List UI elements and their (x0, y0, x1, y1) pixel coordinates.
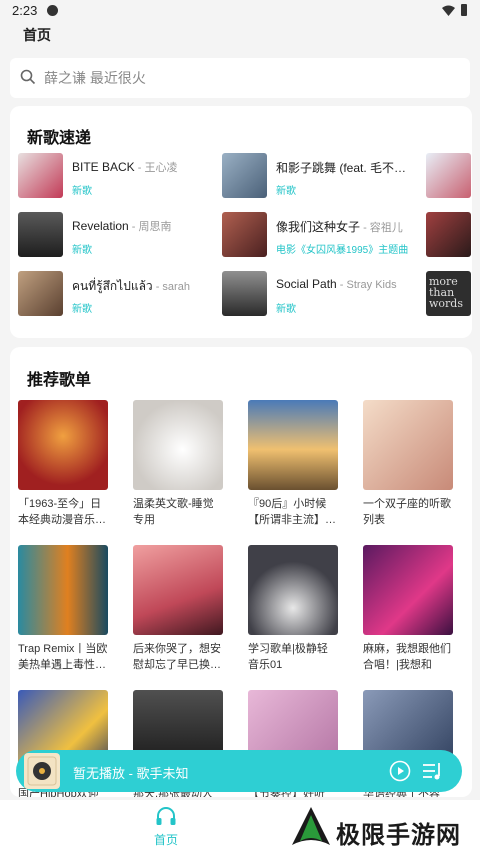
song-cover (18, 153, 63, 198)
song-cover (18, 271, 63, 316)
playlist-item[interactable]: Trap Remix丨当欧美热单遇上毒性… (18, 545, 108, 673)
nav-home-label: 首页 (153, 833, 178, 847)
song-cover[interactable] (426, 153, 471, 198)
playlist-title: 麻麻，我想跟他们合唱！|我想和你… (363, 643, 451, 671)
playlist-cover (363, 545, 453, 635)
song-cover[interactable] (426, 212, 471, 257)
song-item[interactable]: 和影子跳舞 (feat. 毛不… 新歌 (222, 153, 422, 199)
page-title: 首页 (23, 27, 51, 43)
song-cover (222, 153, 267, 198)
playlist-cover (248, 545, 338, 635)
now-playing-text: 暂无播放 - 歌手未知 (73, 766, 189, 781)
playlist-title: 『90后』小时候【所谓非主流】… (248, 498, 336, 526)
song-artist: - 周思南 (128, 221, 172, 233)
song-item[interactable]: คนที่รู้สึกไปแล้ว - sarah 新歌 (18, 271, 218, 317)
song-tag: 新歌 (72, 245, 92, 256)
playlist-cover (133, 545, 223, 635)
new-songs-title: 新歌速递 (27, 130, 92, 147)
song-title: Social Path (276, 277, 337, 291)
cover-text: more than words (429, 275, 463, 310)
song-item[interactable]: 像我们这种女子 - 容祖儿 电影《女囚风暴1995》主题曲 (222, 212, 422, 258)
search-icon (20, 69, 36, 85)
watermark: 极限手游网 (288, 805, 478, 851)
song-artist: - 王心凌 (134, 162, 178, 174)
mini-player[interactable]: 暂无播放 - 歌手未知 (16, 750, 462, 792)
song-title: 和影子跳舞 (feat. 毛不… (276, 161, 407, 175)
song-title: BITE BACK (72, 160, 135, 174)
song-title: คนที่รู้สึกไปแล้ว (72, 279, 153, 293)
playlist-item[interactable]: 『90后』小时候【所谓非主流】… (248, 400, 338, 528)
song-tag: 新歌 (72, 304, 92, 315)
playlist-queue-icon[interactable] (421, 760, 443, 782)
status-bar: 2:23 (0, 0, 480, 22)
wifi-icon (442, 5, 455, 16)
playlist-title: 「1963-至今」日本经典动漫音乐… (18, 498, 106, 526)
playlist-item[interactable]: 「1963-至今」日本经典动漫音乐… (18, 400, 108, 528)
playlist-item[interactable]: 温柔英文歌-睡觉专用 (133, 400, 223, 528)
search-bar[interactable]: 薛之谦 最近很火 (10, 58, 470, 98)
song-tag: 新歌 (276, 186, 296, 197)
playlist-item[interactable]: 后来你哭了，想安慰却忘了早已换… (133, 545, 223, 673)
playlist-item[interactable]: 一个双子座的听歌列表 (363, 400, 453, 528)
playlist-title: 一个双子座的听歌列表 (363, 498, 451, 526)
vinyl-cover-icon (24, 753, 60, 789)
headphones-icon (156, 807, 176, 825)
playlist-title: 温柔英文歌-睡觉专用 (133, 498, 214, 526)
song-title: Revelation (72, 219, 129, 233)
song-cover (18, 212, 63, 257)
playlist-item[interactable]: 麻麻，我想跟他们合唱！|我想和你… (363, 545, 453, 673)
nav-home[interactable]: 首页 (146, 806, 186, 848)
playlist-title: 学习歌单|极静轻音乐01 (248, 643, 328, 671)
song-tag: 新歌 (72, 186, 92, 197)
playlist-item[interactable]: 学习歌单|极静轻音乐01 (248, 545, 338, 673)
play-icon[interactable] (389, 760, 411, 782)
song-item[interactable]: Revelation - 周思南 新歌 (18, 212, 218, 258)
notification-dot-icon (47, 5, 58, 16)
song-item[interactable]: BITE BACK - 王心凌 新歌 (18, 153, 218, 199)
song-item[interactable]: Social Path - Stray Kids 新歌 (222, 271, 422, 317)
battery-icon (461, 4, 467, 16)
song-cover (222, 212, 267, 257)
watermark-text: 极限手游网 (336, 822, 461, 849)
song-artist: - Stray Kids (336, 279, 397, 291)
recommend-card: 推荐歌单 「1963-至今」日本经典动漫音乐… 温柔英文歌-睡觉专用 『90后』… (10, 347, 472, 797)
song-cover (222, 271, 267, 316)
song-cover[interactable]: more than words (426, 271, 471, 316)
song-artist: - 容祖儿 (360, 222, 403, 234)
song-tag: 新歌 (276, 304, 296, 315)
search-input[interactable]: 薛之谦 最近很火 (44, 68, 146, 88)
new-songs-card: 新歌速递 BITE BACK - 王心凌 新歌 和影子跳舞 (feat. 毛不…… (10, 106, 472, 338)
playlist-cover (248, 400, 338, 490)
song-artist: - sarah (152, 281, 190, 293)
playlist-cover (133, 400, 223, 490)
status-time: 2:23 (12, 3, 38, 18)
playlist-title: Trap Remix丨当欧美热单遇上毒性… (18, 643, 108, 671)
playlist-title: 后来你哭了，想安慰却忘了早已换… (133, 643, 221, 671)
song-tag: 电影《女囚风暴1995》主题曲 (276, 245, 409, 256)
playlist-cover (18, 545, 108, 635)
playlist-cover (363, 400, 453, 490)
recommend-title: 推荐歌单 (27, 372, 92, 389)
playlist-cover (18, 400, 108, 490)
watermark-logo-icon (292, 807, 330, 845)
song-title: 像我们这种女子 (276, 220, 361, 234)
